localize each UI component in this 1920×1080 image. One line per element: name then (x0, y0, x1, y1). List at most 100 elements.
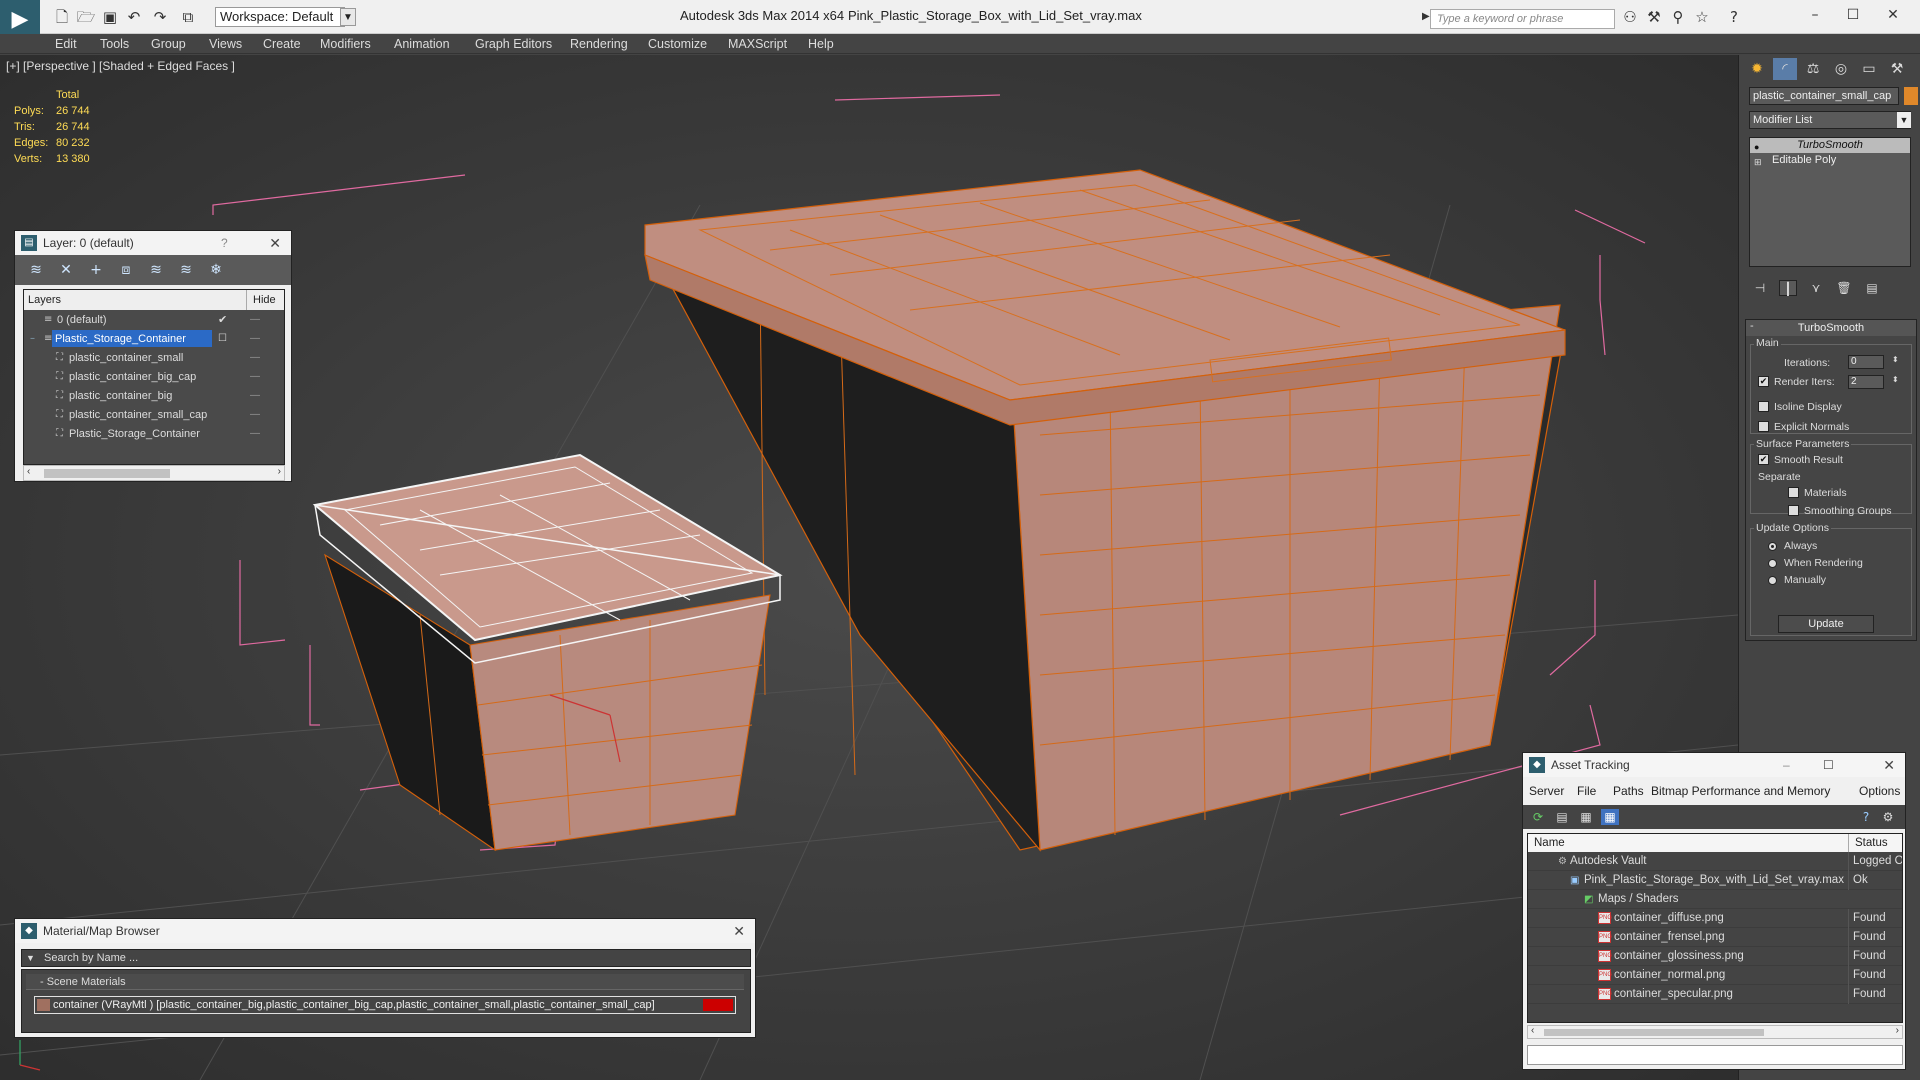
scrollbar-thumb[interactable] (44, 469, 170, 478)
layer-row[interactable]: – ≡ Plastic_Storage_Container ☐ — (24, 329, 284, 348)
chevron-down-icon[interactable]: ▼ (340, 8, 356, 26)
spinner-arrows-icon[interactable]: ⬍ (1892, 375, 1899, 384)
maximize-icon[interactable]: ☐ (1823, 753, 1834, 777)
asset-tracking-titlebar[interactable]: ◆ Asset Tracking – ☐ ✕ (1523, 753, 1905, 777)
stack-item-turbosmooth[interactable]: ● TurboSmooth (1750, 138, 1910, 153)
spinner-arrows-icon[interactable]: ⬍ (1892, 355, 1899, 364)
column-layers[interactable]: Layers (28, 294, 61, 306)
object-name-field[interactable]: plastic_container_small_cap (1749, 87, 1899, 105)
hide-toggle[interactable]: — (250, 386, 260, 405)
minimize-button[interactable]: – (1800, 4, 1830, 26)
create-tab-icon[interactable]: ✹ (1745, 58, 1769, 80)
chevron-down-icon[interactable]: ▼ (1897, 112, 1911, 128)
menu-animation[interactable]: Animation (394, 37, 450, 51)
collapse-icon[interactable]: - (1750, 320, 1754, 332)
remove-modifier-icon[interactable]: 🗑 (1835, 280, 1853, 296)
rollout-title[interactable]: TurboSmooth (1746, 320, 1916, 336)
hide-toggle[interactable]: — (250, 424, 260, 443)
material-item[interactable]: container (VRayMtl ) [plastic_container_… (34, 996, 736, 1014)
menu-graph-editors[interactable]: Graph Editors (475, 37, 552, 51)
expand-plus-icon[interactable]: ⊞ (1754, 155, 1762, 170)
scene-materials-group[interactable]: - Scene Materials (26, 974, 744, 990)
show-end-result-icon[interactable]: ┃ (1779, 280, 1797, 296)
create-layer-icon[interactable]: ≋ (27, 261, 45, 279)
asset-row[interactable]: ◩ Maps / Shaders (1528, 890, 1902, 909)
scroll-right-icon[interactable]: › (1896, 1025, 1899, 1036)
layer-object-row[interactable]: ⛶ plastic_container_small — (24, 348, 284, 367)
freeze-all-icon[interactable]: ❄ (207, 261, 225, 279)
project-folder-icon[interactable]: ⧉ (178, 7, 198, 27)
search-expand-icon[interactable]: ▶ (1422, 11, 1430, 22)
menu-modifiers[interactable]: Modifiers (320, 37, 371, 51)
display-tab-icon[interactable]: ▭ (1857, 58, 1881, 80)
isoline-display-checkbox[interactable] (1758, 401, 1769, 412)
asset-row[interactable]: PNG container_specular.png Found (1528, 985, 1902, 1004)
menu-maxscript[interactable]: MAXScript (728, 37, 787, 51)
object-color-swatch[interactable] (1904, 87, 1918, 105)
communication-center-icon[interactable]: ⚲ (1668, 7, 1688, 27)
smooth-result-checkbox[interactable]: ✔ (1758, 454, 1769, 465)
column-status[interactable]: Status (1848, 834, 1888, 852)
add-to-layer-icon[interactable]: + (87, 261, 105, 279)
undo-icon[interactable]: ↶ (124, 7, 144, 27)
expand-icon[interactable]: – (30, 329, 35, 348)
column-hide[interactable]: Hide (246, 290, 276, 310)
configure-sets-icon[interactable]: ▤ (1863, 280, 1881, 296)
tree-view-icon[interactable]: ▦ (1577, 809, 1595, 825)
favorites-star-icon[interactable]: ☆ (1692, 7, 1712, 27)
help-icon[interactable]: ? (1724, 7, 1744, 27)
render-iters-spinner[interactable]: 2 (1848, 375, 1884, 389)
workspace-dropdown[interactable]: Workspace: Default (215, 7, 345, 27)
refresh-icon[interactable]: ⟳ (1529, 809, 1547, 825)
modifier-list-dropdown[interactable]: Modifier List (1749, 111, 1911, 129)
layer-object-row[interactable]: ⛶ plastic_container_big — (24, 386, 284, 405)
menu-tools[interactable]: Tools (100, 37, 129, 51)
asset-row[interactable]: ▣ Pink_Plastic_Storage_Box_with_Lid_Set_… (1528, 871, 1902, 890)
hide-toggle[interactable]: — (250, 329, 260, 348)
update-button[interactable]: Update (1778, 615, 1874, 633)
asset-row[interactable]: ⚙ Autodesk Vault Logged O (1528, 852, 1902, 871)
open-file-icon[interactable]: 🗁 (76, 7, 96, 27)
menu-file[interactable]: File (1577, 781, 1596, 801)
menu-help[interactable]: Help (808, 37, 834, 51)
close-icon[interactable]: ✕ (733, 919, 745, 943)
modify-tab-icon[interactable]: ◜ (1773, 58, 1797, 80)
pin-stack-icon[interactable]: ⊣ (1751, 280, 1769, 296)
horizontal-scrollbar[interactable]: ‹ › (1527, 1025, 1903, 1039)
redo-icon[interactable]: ↷ (150, 7, 170, 27)
highlight-layer-icon[interactable]: ≋ (147, 261, 165, 279)
close-icon[interactable]: ✕ (269, 231, 281, 255)
hide-toggle[interactable]: — (250, 310, 260, 329)
asset-row[interactable]: PNG container_frensel.png Found (1528, 928, 1902, 947)
close-button[interactable]: ✕ (1878, 4, 1908, 26)
list-view-icon[interactable]: ▤ (1553, 809, 1571, 825)
menu-rendering[interactable]: Rendering (570, 37, 628, 51)
select-objects-icon[interactable]: ⧈ (117, 261, 135, 279)
maximize-button[interactable]: ☐ (1838, 4, 1868, 26)
binoculars-icon[interactable]: ⚇ (1620, 7, 1640, 27)
menu-group[interactable]: Group (151, 37, 186, 51)
scroll-left-icon[interactable]: ‹ (27, 466, 30, 477)
settings-icon[interactable]: ⚙ (1879, 809, 1897, 825)
delete-layer-icon[interactable]: ✕ (57, 261, 75, 279)
horizontal-scrollbar[interactable]: ‹ › (23, 465, 285, 481)
minimize-icon[interactable]: – (1783, 753, 1790, 777)
always-radio[interactable] (1768, 542, 1777, 551)
search-input[interactable]: Type a keyword or phrase (1430, 9, 1615, 29)
when-rendering-radio[interactable] (1768, 559, 1777, 568)
scroll-left-icon[interactable]: ‹ (1531, 1025, 1534, 1036)
layer-object-row[interactable]: ⛶ plastic_container_small_cap — (24, 405, 284, 424)
hide-toggle[interactable]: — (250, 405, 260, 424)
render-iters-checkbox[interactable]: ✔ (1758, 376, 1769, 387)
hide-toggle[interactable]: — (250, 367, 260, 386)
asset-row[interactable]: PNG container_normal.png Found (1528, 966, 1902, 985)
smoothing-groups-checkbox[interactable] (1788, 505, 1799, 516)
make-unique-icon[interactable]: ⋎ (1807, 280, 1825, 296)
help-icon[interactable]: ? (1857, 809, 1875, 825)
search-options-icon[interactable]: ▼ (26, 950, 35, 966)
menu-options[interactable]: Options (1859, 781, 1900, 801)
material-search-input[interactable]: ▼ Search by Name ... (21, 949, 751, 967)
explicit-normals-checkbox[interactable] (1758, 421, 1769, 432)
scrollbar-thumb[interactable] (1544, 1029, 1764, 1036)
help-button[interactable]: ? (221, 231, 228, 255)
